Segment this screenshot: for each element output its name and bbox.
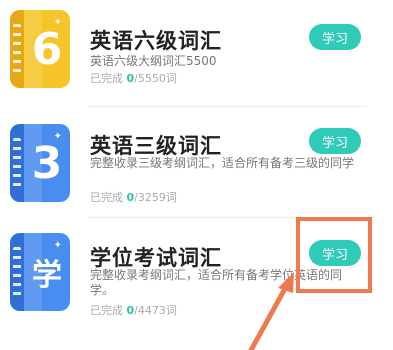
pointer-arrow-icon xyxy=(248,272,294,350)
